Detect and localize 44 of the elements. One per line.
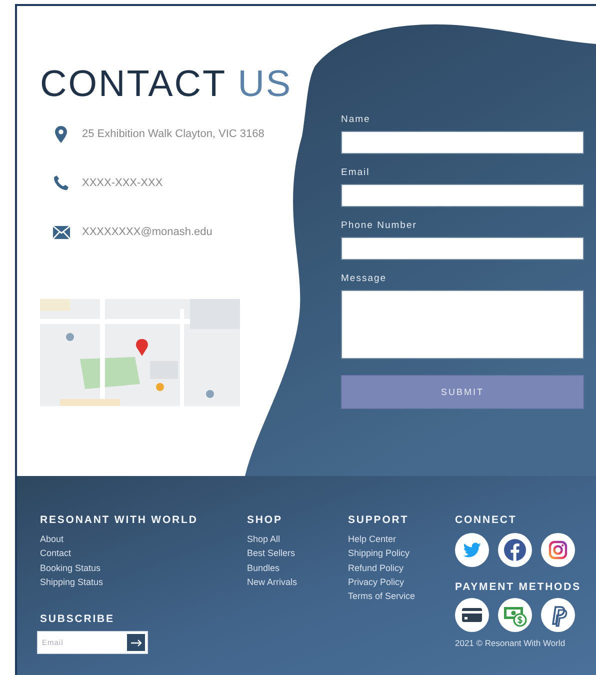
cash-icon: [498, 598, 532, 632]
field-label: Message: [341, 273, 388, 284]
submit-button[interactable]: SUBMIT: [341, 375, 584, 409]
page-title: CONTACT US: [40, 64, 294, 104]
input-field[interactable]: [341, 184, 584, 207]
input-field[interactable]: [341, 237, 584, 260]
contact-text: XXXX-XXX-XXX: [82, 177, 163, 189]
footer-link[interactable]: Help Center: [348, 532, 396, 546]
send-arrow-button[interactable]: [127, 634, 145, 652]
copyright-text: 2021 © Resonant With World: [455, 638, 566, 648]
envelope-icon: [52, 226, 70, 238]
credit-card-icon: [455, 598, 489, 632]
field-label: Phone Number: [341, 220, 418, 231]
paypal-icon: [541, 598, 575, 632]
footer-link[interactable]: About: [40, 532, 64, 546]
twitter-icon[interactable]: [455, 533, 489, 567]
field-label: Name: [341, 114, 372, 125]
column-heading: SHOP: [247, 514, 284, 526]
location-pin-icon: [55, 126, 67, 142]
subscribe-heading: SUBSCRIBE: [40, 613, 116, 626]
footer-link[interactable]: Shipping Status: [40, 574, 104, 590]
contact-text: XXXXXXXX@monash.edu: [82, 226, 212, 238]
footer-link[interactable]: Refund Policy: [348, 560, 404, 575]
contact-text: 25 Exhibition Walk Clayton, VIC 3168: [82, 128, 264, 140]
field-label: Email: [341, 167, 371, 178]
input-field[interactable]: [341, 131, 584, 154]
facebook-icon[interactable]: [498, 533, 532, 567]
arrow-icon: [130, 638, 142, 647]
footer-link[interactable]: Privacy Policy: [348, 574, 404, 590]
footer-link[interactable]: Best Sellers: [247, 546, 296, 561]
footer-link[interactable]: Shop All: [247, 532, 280, 546]
column-heading: SUPPORT: [348, 514, 410, 526]
footer-link[interactable]: New Arrivals: [247, 574, 298, 590]
instagram-icon[interactable]: [541, 533, 575, 567]
phone-icon: [53, 175, 69, 191]
footer-link[interactable]: Shipping Policy: [348, 546, 410, 561]
connect-heading: CONNECT: [455, 514, 518, 526]
column-heading: RESONANT WITH WORLD: [40, 514, 199, 526]
footer-link[interactable]: Booking Status: [40, 560, 101, 575]
footer-link[interactable]: Bundles: [247, 560, 280, 575]
payment-heading: PAYMENT METHODS: [455, 581, 582, 593]
footer-link[interactable]: Contact: [40, 546, 72, 561]
footer-link[interactable]: Terms of Service: [348, 589, 416, 604]
message-field[interactable]: [341, 290, 584, 359]
